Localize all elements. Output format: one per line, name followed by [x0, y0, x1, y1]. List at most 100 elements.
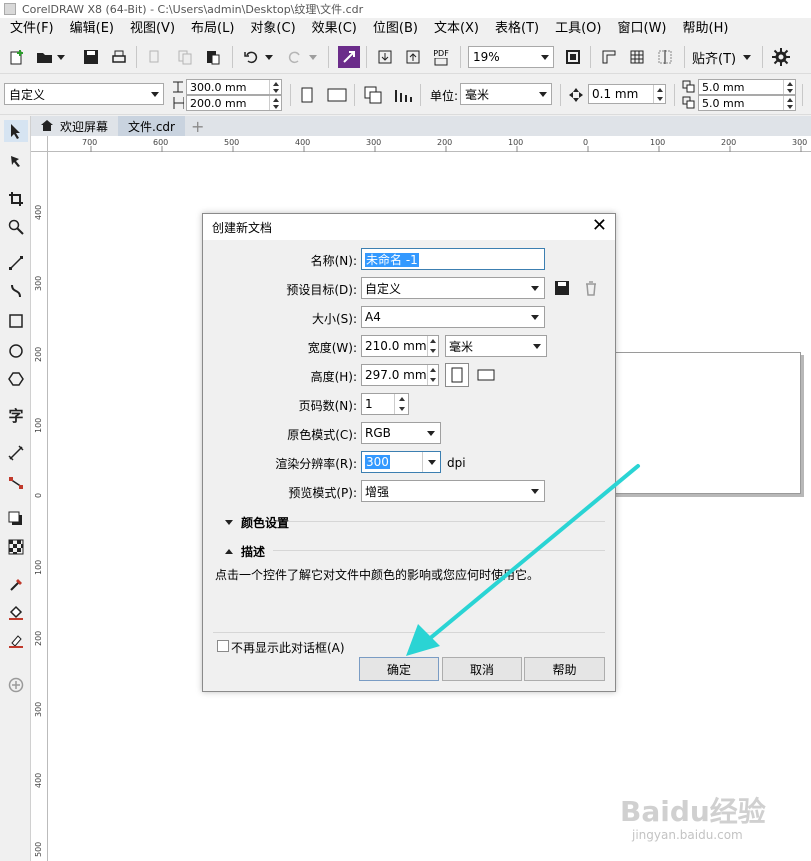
- units-dropdown-icon[interactable]: [535, 84, 551, 104]
- cut-icon[interactable]: [144, 46, 166, 68]
- grid-icon[interactable]: [626, 46, 648, 68]
- document-page[interactable]: [612, 352, 801, 494]
- delete-preset-icon[interactable]: [583, 280, 599, 299]
- menu-layout[interactable]: 布局(L): [183, 18, 242, 40]
- save-icon[interactable]: [80, 46, 102, 68]
- height-input[interactable]: 297.0 mm: [361, 364, 439, 386]
- menu-file[interactable]: 文件(F): [2, 18, 62, 40]
- menu-tools[interactable]: 工具(O): [547, 18, 609, 40]
- dont-show-checkbox[interactable]: [217, 640, 229, 652]
- undo-icon[interactable]: [240, 46, 262, 68]
- help-button[interactable]: 帮助: [524, 657, 605, 681]
- publish-pdf-icon[interactable]: PDF: [430, 46, 452, 68]
- quick-customize-add-icon[interactable]: [4, 674, 28, 696]
- tab-welcome-screen[interactable]: 欢迎屏幕: [30, 116, 118, 136]
- drop-shadow-tool-icon[interactable]: [4, 508, 28, 530]
- parallel-dimension-tool-icon[interactable]: [4, 442, 28, 464]
- menu-bitmap[interactable]: 位图(B): [365, 18, 426, 40]
- ruler-origin[interactable]: [31, 136, 48, 152]
- duplicate-x-spinner[interactable]: [783, 80, 795, 94]
- add-tab-icon[interactable]: +: [185, 116, 210, 136]
- duplicate-x-field[interactable]: 5.0 mm: [698, 79, 796, 95]
- rulers-icon[interactable]: [598, 46, 620, 68]
- menu-window[interactable]: 窗口(W): [610, 18, 675, 40]
- options-gear-icon[interactable]: [770, 46, 792, 68]
- duplicate-y-field[interactable]: 5.0 mm: [698, 95, 796, 111]
- pick-tool-icon[interactable]: [4, 120, 28, 142]
- shape-tool-icon[interactable]: [4, 150, 28, 172]
- preset-destination-select[interactable]: 自定义: [361, 277, 545, 299]
- export-icon[interactable]: [402, 46, 424, 68]
- crop-tool-icon[interactable]: [4, 188, 28, 210]
- color-mode-select[interactable]: RGB: [361, 422, 441, 444]
- print-icon[interactable]: [108, 46, 130, 68]
- tab-file-cdr[interactable]: 文件.cdr: [118, 116, 185, 136]
- description-toggle[interactable]: 描述: [225, 543, 265, 560]
- width-spinner[interactable]: [426, 336, 438, 356]
- page-count-spinner[interactable]: [394, 394, 408, 414]
- ok-button[interactable]: 确定: [359, 657, 439, 681]
- page-width-spinner[interactable]: [269, 80, 281, 94]
- vertical-ruler[interactable]: 400 300 200 100 0 100 200 300 400 500: [31, 152, 48, 861]
- interactive-fill-tool-icon[interactable]: [4, 602, 28, 624]
- size-select[interactable]: A4: [361, 306, 545, 328]
- text-tool-icon[interactable]: 字: [4, 404, 28, 426]
- cancel-button[interactable]: 取消: [442, 657, 522, 681]
- copy-icon[interactable]: [174, 46, 196, 68]
- artistic-media-tool-icon[interactable]: [4, 280, 28, 302]
- page-width-field[interactable]: 300.0 mm: [186, 79, 282, 95]
- width-input[interactable]: 210.0 mm: [361, 335, 439, 357]
- open-dropdown-icon[interactable]: [54, 46, 68, 68]
- guidelines-icon[interactable]: [654, 46, 676, 68]
- new-document-icon[interactable]: [6, 46, 28, 68]
- nudge-distance-field[interactable]: 0.1 mm: [588, 84, 666, 104]
- portrait-orientation-icon[interactable]: [445, 363, 469, 387]
- portrait-icon[interactable]: [296, 84, 318, 106]
- zoom-tool-icon[interactable]: [4, 216, 28, 238]
- snap-dropdown-icon[interactable]: [740, 46, 754, 68]
- unit-select[interactable]: 毫米: [445, 335, 547, 357]
- rectangle-tool-icon[interactable]: [4, 310, 28, 332]
- name-input[interactable]: 未命名 -1: [361, 248, 545, 270]
- zoom-level-combo[interactable]: 19%: [468, 46, 554, 68]
- nudge-spinner[interactable]: [653, 85, 665, 103]
- horizontal-ruler[interactable]: 700 600 500 400 300 200 100 0 100 200 30…: [48, 136, 811, 152]
- import-icon[interactable]: [374, 46, 396, 68]
- corel-connect-icon[interactable]: [338, 46, 360, 68]
- current-page-icon[interactable]: [392, 84, 414, 106]
- menu-table[interactable]: 表格(T): [487, 18, 547, 40]
- connector-tool-icon[interactable]: [4, 472, 28, 494]
- landscape-orientation-icon[interactable]: [477, 369, 495, 384]
- page-count-input[interactable]: 1: [361, 393, 409, 415]
- menu-effects[interactable]: 效果(C): [304, 18, 365, 40]
- ellipse-tool-icon[interactable]: [4, 340, 28, 362]
- transparency-tool-icon[interactable]: [4, 536, 28, 558]
- menu-object[interactable]: 对象(C): [242, 18, 303, 40]
- redo-icon[interactable]: [284, 46, 306, 68]
- preview-mode-select[interactable]: 增强: [361, 480, 545, 502]
- zoom-to-page-icon[interactable]: [562, 46, 584, 68]
- freehand-tool-icon[interactable]: [4, 252, 28, 274]
- render-resolution-input[interactable]: 300: [361, 451, 441, 473]
- all-pages-icon[interactable]: [362, 84, 384, 106]
- page-height-field[interactable]: 200.0 mm: [186, 95, 282, 111]
- units-combo[interactable]: 毫米: [460, 83, 552, 105]
- menu-help[interactable]: 帮助(H): [675, 18, 737, 40]
- zoom-dropdown-icon[interactable]: [537, 47, 553, 67]
- page-height-spinner[interactable]: [269, 96, 281, 110]
- menu-edit[interactable]: 编辑(E): [62, 18, 122, 40]
- undo-dropdown-icon[interactable]: [262, 46, 276, 68]
- redo-dropdown-icon[interactable]: [306, 46, 320, 68]
- smart-fill-tool-icon[interactable]: [4, 630, 28, 652]
- duplicate-y-spinner[interactable]: [783, 96, 795, 110]
- landscape-icon[interactable]: [326, 84, 348, 106]
- open-folder-icon[interactable]: [34, 46, 56, 68]
- paste-icon[interactable]: [202, 46, 224, 68]
- menu-view[interactable]: 视图(V): [122, 18, 183, 40]
- page-preset-combo[interactable]: 自定义: [4, 83, 164, 105]
- height-spinner[interactable]: [426, 365, 438, 385]
- polygon-tool-icon[interactable]: [4, 368, 28, 390]
- preset-dropdown-icon[interactable]: [147, 84, 163, 104]
- save-preset-icon[interactable]: [554, 280, 570, 299]
- color-settings-toggle[interactable]: 颜色设置: [225, 514, 289, 531]
